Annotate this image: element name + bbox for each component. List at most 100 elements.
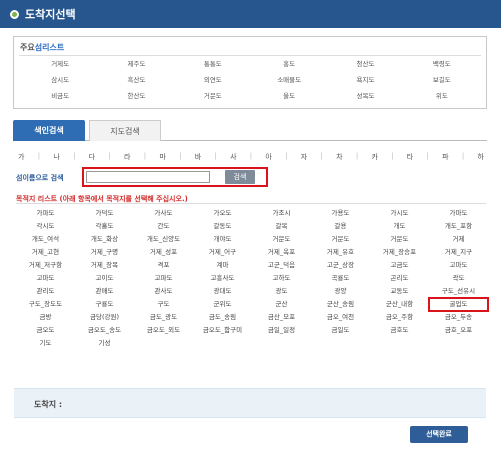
- destination-link[interactable]: 거제_고현: [16, 246, 75, 259]
- destination-link[interactable]: 고마도: [429, 259, 488, 272]
- island-link[interactable]: 삼시도: [22, 75, 98, 85]
- consonant-link[interactable]: 가: [18, 152, 24, 162]
- destination-link[interactable]: 금도_송림: [193, 311, 252, 324]
- destination-link[interactable]: 각흘도: [75, 220, 134, 233]
- destination-link[interactable]: 개도_여석: [16, 233, 75, 246]
- destination-link[interactable]: 가오도: [193, 207, 252, 220]
- destination-link[interactable]: 거제_장승포: [370, 246, 429, 259]
- destination-link[interactable]: 거제_옥포: [252, 246, 311, 259]
- consonant-link[interactable]: 차: [336, 152, 342, 162]
- consonant-link[interactable]: 하: [477, 152, 483, 162]
- destination-link[interactable]: 금일도: [311, 324, 370, 337]
- island-link[interactable]: 울도: [251, 91, 327, 101]
- consonant-link[interactable]: 라: [124, 152, 130, 162]
- destination-link[interactable]: 가파도: [16, 207, 75, 220]
- destination-link[interactable]: 개야도: [193, 233, 252, 246]
- island-link[interactable]: 통통도: [175, 59, 251, 69]
- island-link[interactable]: 제주도: [98, 59, 174, 69]
- destination-link[interactable]: 구도_장도도: [16, 298, 75, 311]
- destination-link[interactable]: 고이도: [75, 272, 134, 285]
- destination-link[interactable]: 거제_유호: [311, 246, 370, 259]
- destination-link[interactable]: 가조시: [252, 207, 311, 220]
- island-link[interactable]: 보길도: [404, 75, 480, 85]
- island-link[interactable]: 청산도: [327, 59, 403, 69]
- destination-link[interactable]: 거문도: [252, 233, 311, 246]
- destination-link[interactable]: 격포: [134, 259, 193, 272]
- destination-link[interactable]: 가사도: [134, 207, 193, 220]
- destination-link[interactable]: 관리도: [16, 285, 75, 298]
- destination-link[interactable]: 광도: [252, 285, 311, 298]
- destination-link[interactable]: 금오_주항: [370, 311, 429, 324]
- destination-link[interactable]: 고하도: [252, 272, 311, 285]
- island-link[interactable]: 백령도: [404, 59, 480, 69]
- consonant-link[interactable]: 아: [265, 152, 271, 162]
- destination-link[interactable]: 가마도: [429, 207, 488, 220]
- destination-link[interactable]: 계마: [193, 259, 252, 272]
- consonant-link[interactable]: 다: [89, 152, 95, 162]
- destination-link[interactable]: 구도_선유시: [429, 285, 488, 298]
- destination-link[interactable]: 개도_포항: [429, 220, 488, 233]
- destination-link[interactable]: 가덕도: [75, 207, 134, 220]
- destination-link[interactable]: 금일_일정: [252, 324, 311, 337]
- destination-link[interactable]: 금호_오포: [429, 324, 488, 337]
- consonant-link[interactable]: 파: [442, 152, 448, 162]
- island-link[interactable]: 욕지도: [327, 75, 403, 85]
- destination-link[interactable]: 군산_내항: [370, 298, 429, 311]
- destination-link[interactable]: 기성: [75, 337, 134, 350]
- destination-link[interactable]: 거제_지구: [429, 246, 488, 259]
- destination-link[interactable]: 광대도: [193, 285, 252, 298]
- destination-link[interactable]: 교동도: [370, 285, 429, 298]
- destination-link[interactable]: 관매도: [75, 285, 134, 298]
- destination-link[interactable]: 구룡도: [75, 298, 134, 311]
- island-link[interactable]: 홍도: [251, 59, 327, 69]
- destination-link[interactable]: 간도: [134, 220, 193, 233]
- island-link[interactable]: 위도: [404, 91, 480, 101]
- destination-link[interactable]: 고군_상장: [311, 259, 370, 272]
- destination-link[interactable]: 가시도: [370, 207, 429, 220]
- destination-link[interactable]: 금방: [16, 311, 75, 324]
- destination-link[interactable]: 군위도: [193, 298, 252, 311]
- destination-link[interactable]: 거문도: [370, 233, 429, 246]
- destination-link[interactable]: 군산: [252, 298, 311, 311]
- destination-link[interactable]: 금도_광도: [134, 311, 193, 324]
- destination-link[interactable]: 거제_장목: [75, 259, 134, 272]
- island-link[interactable]: 소매물도: [251, 75, 327, 85]
- island-link[interactable]: 성목도: [327, 91, 403, 101]
- destination-link[interactable]: 기도: [16, 337, 75, 350]
- destination-link[interactable]: 개도_신양도: [134, 233, 193, 246]
- destination-link[interactable]: 금오_여천: [311, 311, 370, 324]
- destination-link[interactable]: 거제_저구항: [16, 259, 75, 272]
- destination-link[interactable]: 곽도: [429, 272, 488, 285]
- destination-link[interactable]: 금오_두송: [429, 311, 488, 324]
- island-search-input[interactable]: [86, 171, 210, 183]
- destination-link[interactable]: 금오도_외도: [134, 324, 193, 337]
- island-link[interactable]: 흑산도: [98, 75, 174, 85]
- destination-link[interactable]: 고마도: [16, 272, 75, 285]
- destination-link[interactable]: 개도_화상: [75, 233, 134, 246]
- destination-link[interactable]: 광양: [311, 285, 370, 298]
- destination-link[interactable]: 곤리도: [370, 272, 429, 285]
- consonant-link[interactable]: 타: [407, 152, 413, 162]
- destination-link[interactable]: 거문도: [311, 233, 370, 246]
- search-button[interactable]: 검색: [225, 170, 255, 184]
- destination-link[interactable]: 금산_모포: [252, 311, 311, 324]
- destination-link[interactable]: 거제_어구: [193, 246, 252, 259]
- destination-link[interactable]: 금오도: [16, 324, 75, 337]
- destination-link[interactable]: 고파도: [134, 272, 193, 285]
- destination-link[interactable]: 거제_성포: [134, 246, 193, 259]
- destination-link[interactable]: 고군_덕음: [252, 259, 311, 272]
- destination-link[interactable]: 금호도: [370, 324, 429, 337]
- consonant-link[interactable]: 나: [53, 152, 59, 162]
- island-link[interactable]: 비금도: [22, 91, 98, 101]
- consonant-link[interactable]: 바: [195, 152, 201, 162]
- destination-link[interactable]: 구도: [134, 298, 193, 311]
- destination-link[interactable]: 갈용: [311, 220, 370, 233]
- destination-link[interactable]: 곡룡도: [311, 272, 370, 285]
- consonant-link[interactable]: 카: [371, 152, 377, 162]
- destination-link[interactable]: 군산_송림: [311, 298, 370, 311]
- destination-link[interactable]: 금당(강원): [75, 311, 134, 324]
- island-link[interactable]: 외연도: [175, 75, 251, 85]
- island-link[interactable]: 거제도: [22, 59, 98, 69]
- destination-link[interactable]: 각시도: [16, 220, 75, 233]
- destination-link[interactable]: 갈동도: [193, 220, 252, 233]
